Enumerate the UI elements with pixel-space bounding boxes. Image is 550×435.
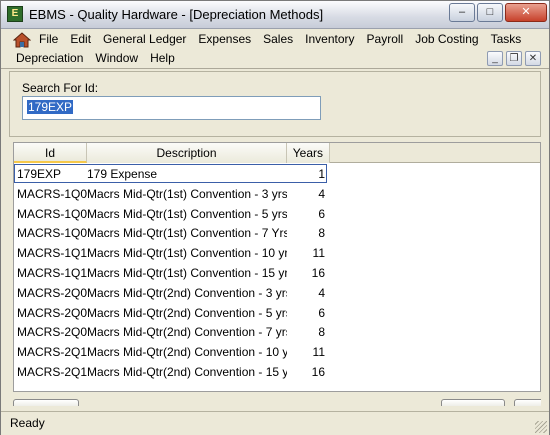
menu-general-ledger[interactable]: General Ledger	[97, 30, 192, 49]
grid-header: Id Description Years	[14, 143, 540, 163]
cell-id: MACRS-2Q07	[17, 325, 87, 340]
cell-id: MACRS-1Q03	[17, 186, 87, 201]
home-icon[interactable]	[12, 31, 32, 48]
table-row[interactable]: MACRS-1Q03 Macrs Mid-Qtr(1st) Convention …	[14, 184, 540, 204]
cell-years: 8	[318, 226, 325, 241]
search-input-value[interactable]: 179EXP	[27, 100, 74, 114]
column-header-years[interactable]: Years	[287, 143, 330, 163]
cell-years: 4	[318, 186, 325, 201]
table-row[interactable]: MACRS-1Q07 Macrs Mid-Qtr(1st) Convention …	[14, 223, 540, 243]
menu-window[interactable]: Window	[89, 49, 144, 68]
cell-id: 179EXP	[17, 167, 62, 181]
cell-years: 16	[311, 365, 325, 379]
cell-description: Macrs Mid-Qtr(1st) Convention - 7 Yrs	[87, 226, 287, 241]
cell-id: MACRS-1Q05	[17, 206, 87, 221]
cell-years: 1	[318, 167, 325, 181]
app-window: E EBMS - Quality Hardware - [Depreciatio…	[0, 0, 550, 435]
cell-description: Macrs Mid-Qtr(2nd) Convention - 7 yrs	[87, 325, 287, 340]
menu-job-costing[interactable]: Job Costing	[409, 30, 484, 49]
menu-bar: File Edit General Ledger Expenses Sales Inven…	[1, 30, 549, 68]
mdi-close-button[interactable]: ✕	[525, 51, 541, 66]
cell-description: Macrs Mid-Qtr(2nd) Convention - 15 yrs	[87, 365, 287, 379]
ebms-app-icon[interactable]: E	[7, 6, 23, 22]
maximize-button[interactable]: □	[477, 3, 503, 22]
close-button[interactable]: ✕	[505, 3, 547, 22]
table-row[interactable]: MACRS-2Q03 Macrs Mid-Qtr(2nd) Convention …	[14, 283, 540, 303]
cell-years: 6	[318, 206, 325, 221]
column-header-description[interactable]: Description	[87, 143, 287, 163]
cell-description: 179 Expense	[87, 167, 158, 181]
menu-divider	[1, 68, 549, 69]
cell-id: MACRS-1Q10	[17, 246, 87, 261]
cell-description: Macrs Mid-Qtr(1st) Convention - 5 yrs	[87, 206, 287, 221]
menu-row-secondary: Depreciation Window Help	[1, 49, 181, 68]
cell-description: Macrs Mid-Qtr(1st) Convention - 15 yrs	[87, 266, 287, 280]
cell-description: Macrs Mid-Qtr(1st) Convention - 10 yrs	[87, 246, 287, 261]
cell-years: 16	[311, 266, 325, 280]
cell-years: 4	[318, 285, 325, 300]
column-header-id[interactable]: Id	[14, 143, 87, 163]
cell-description: Macrs Mid-Qtr(2nd) Convention - 10 yrs	[87, 345, 287, 360]
footer-button-far-right[interactable]	[514, 399, 541, 406]
table-row[interactable]: 179EXP 179 Expense 1	[14, 164, 540, 184]
footer-button-right[interactable]	[441, 399, 505, 406]
cell-id: MACRS-2Q15	[17, 365, 87, 379]
status-bar: Ready	[1, 411, 549, 435]
cell-id: MACRS-2Q10	[17, 345, 87, 360]
cell-id: MACRS-1Q07	[17, 226, 87, 241]
menu-payroll[interactable]: Payroll	[361, 30, 410, 49]
menu-file[interactable]: File	[33, 30, 64, 49]
grid-footer-strip	[9, 392, 541, 406]
cell-description: Macrs Mid-Qtr(2nd) Convention - 5 yrs	[87, 305, 287, 320]
mdi-restore-button[interactable]: ❐	[506, 51, 522, 66]
cell-id: MACRS-1Q15	[17, 266, 87, 280]
table-row[interactable]: MACRS-2Q10 Macrs Mid-Qtr(2nd) Convention …	[14, 342, 540, 362]
depreciation-methods-grid[interactable]: Id Description Years 179EXP 179 Expense 1 M…	[13, 142, 541, 392]
search-panel: Search For Id: 179EXP	[9, 71, 541, 137]
table-row[interactable]: MACRS-2Q07 Macrs Mid-Qtr(2nd) Convention …	[14, 322, 540, 342]
status-text: Ready	[10, 416, 45, 430]
menu-help[interactable]: Help	[144, 49, 181, 68]
footer-button-left[interactable]	[13, 399, 79, 406]
window-title: EBMS - Quality Hardware - [Depreciation …	[29, 7, 324, 22]
cell-description: Macrs Mid-Qtr(2nd) Convention - 3 yrs	[87, 285, 287, 300]
cell-years: 11	[312, 345, 325, 360]
title-bar[interactable]: E EBMS - Quality Hardware - [Depreciatio…	[1, 1, 549, 29]
mdi-minimize-button[interactable]: _	[487, 51, 503, 66]
menu-inventory[interactable]: Inventory	[299, 30, 360, 49]
menu-depreciation[interactable]: Depreciation	[10, 49, 89, 68]
resize-grip[interactable]	[535, 421, 547, 433]
cell-description: Macrs Mid-Qtr(1st) Convention - 3 yrs	[87, 186, 287, 201]
menu-sales[interactable]: Sales	[257, 30, 299, 49]
menu-tasks[interactable]: Tasks	[485, 30, 528, 49]
table-row[interactable]: MACRS-1Q05 Macrs Mid-Qtr(1st) Convention …	[14, 204, 540, 224]
table-row[interactable]: MACRS-1Q15 Macrs Mid-Qtr(1st) Convention …	[14, 263, 540, 283]
cell-years: 6	[318, 305, 325, 320]
cell-years: 11	[312, 246, 325, 261]
table-row[interactable]: MACRS-2Q15 Macrs Mid-Qtr(2nd) Convention …	[14, 362, 540, 382]
cell-years: 8	[318, 325, 325, 340]
minimize-button[interactable]: –	[449, 3, 475, 22]
table-row[interactable]: MACRS-2Q05 Macrs Mid-Qtr(2nd) Convention …	[14, 303, 540, 323]
search-input[interactable]: 179EXP	[22, 96, 321, 120]
menu-expenses[interactable]: Expenses	[192, 30, 257, 49]
cell-id: MACRS-2Q03	[17, 285, 87, 300]
menu-row-primary: File Edit General Ledger Expenses Sales Inven…	[1, 30, 527, 49]
cell-id: MACRS-2Q05	[17, 305, 87, 320]
table-row[interactable]: MACRS-1Q10 Macrs Mid-Qtr(1st) Convention …	[14, 243, 540, 263]
search-label: Search For Id:	[22, 81, 99, 95]
menu-edit[interactable]: Edit	[64, 30, 97, 49]
